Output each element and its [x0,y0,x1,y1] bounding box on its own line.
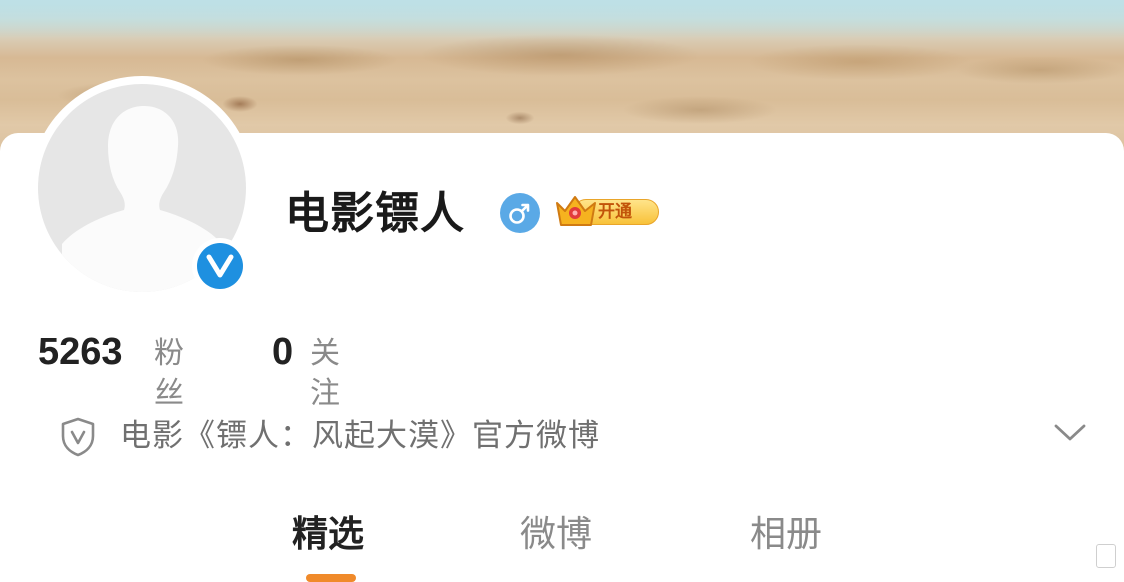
active-tab-indicator [306,574,356,582]
chevron-down-icon[interactable] [1052,420,1088,444]
tab-weibo[interactable]: 微博 [520,512,592,558]
profile-tabs: 精选 微博 相册 [0,500,1124,582]
shield-icon [61,417,95,457]
vip-open-button[interactable]: 开通 [553,191,661,231]
bio-text: 电影《镖人：风起大漠》官方微博 [120,418,600,454]
tab-album[interactable]: 相册 [750,512,822,558]
bio-row[interactable]: 电影《镖人：风起大漠》官方微博 [0,400,1124,470]
following-count[interactable]: 0 [272,330,293,374]
verified-v-icon [192,238,248,294]
fans-count[interactable]: 5263 [38,330,123,374]
profile-name: 电影镖人 [285,188,465,239]
tab-featured[interactable]: 精选 [292,512,364,558]
banner-sky [0,0,1124,40]
crown-icon [556,196,596,226]
vip-label: 开通 [598,202,632,222]
male-icon [500,193,540,233]
corner-icon [1096,544,1116,568]
